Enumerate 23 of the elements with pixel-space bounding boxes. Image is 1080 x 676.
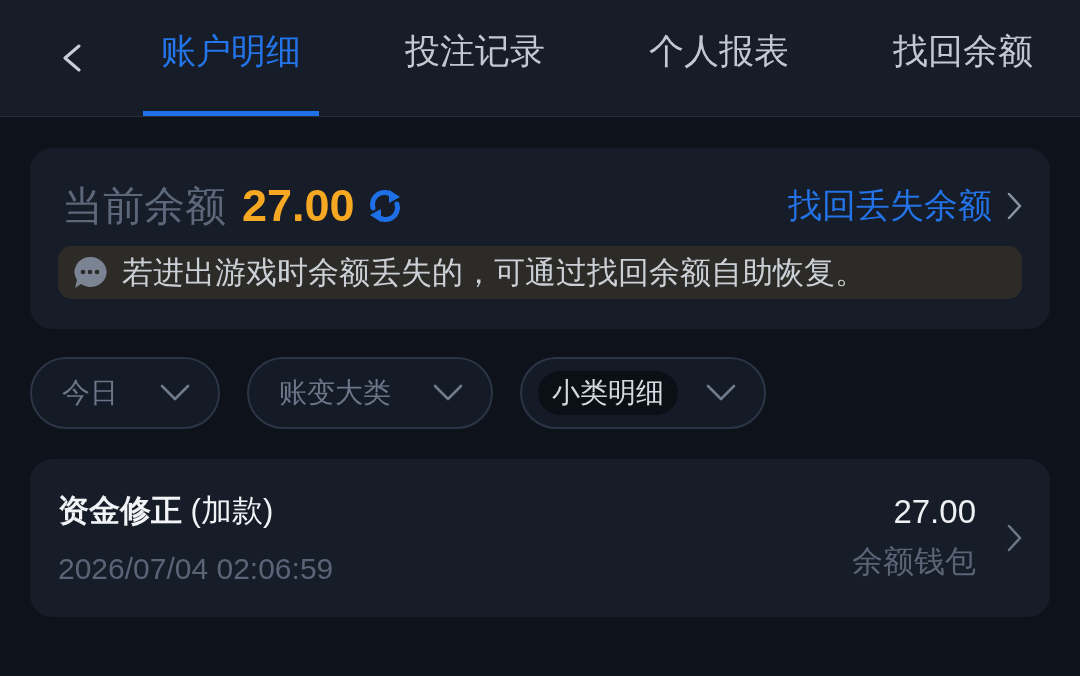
- filter-dropdown[interactable]: 小类明细: [520, 357, 766, 429]
- balance-amount: 27.00: [242, 180, 355, 232]
- record-wallet: 余额钱包: [852, 543, 976, 581]
- recover-balance-link[interactable]: 找回丢失余额: [788, 183, 1022, 229]
- filter-dropdown[interactable]: 账变大类: [247, 357, 493, 429]
- record-amount: 27.00: [893, 493, 976, 531]
- balance-label: 当前余额: [62, 181, 226, 231]
- record-time: 2026/07/04 02:06:59: [58, 552, 334, 586]
- record-title: 资金修正 (加款): [58, 492, 274, 530]
- tab[interactable]: 找回余额: [875, 0, 1051, 116]
- notice-text: 若进出游戏时余额丢失的，可通过找回余额自助恢复。: [122, 253, 866, 292]
- chevron-left-icon: [62, 44, 82, 72]
- tab[interactable]: 账户明细: [143, 0, 319, 116]
- chevron-down-icon: [433, 384, 463, 402]
- chevron-down-icon: [160, 384, 190, 402]
- tab[interactable]: 投注记录: [387, 0, 563, 116]
- chevron-down-icon: [706, 384, 736, 402]
- chat-bubble-icon: [72, 254, 108, 291]
- chevron-right-icon: [1006, 524, 1022, 552]
- filter-dropdown[interactable]: 今日: [30, 357, 220, 429]
- tab[interactable]: 个人报表: [631, 0, 807, 116]
- chevron-right-icon: [1006, 192, 1022, 220]
- record-row[interactable]: 资金修正 (加款) 2026/07/04 02:06:59 27.00 余额钱包: [30, 459, 1050, 617]
